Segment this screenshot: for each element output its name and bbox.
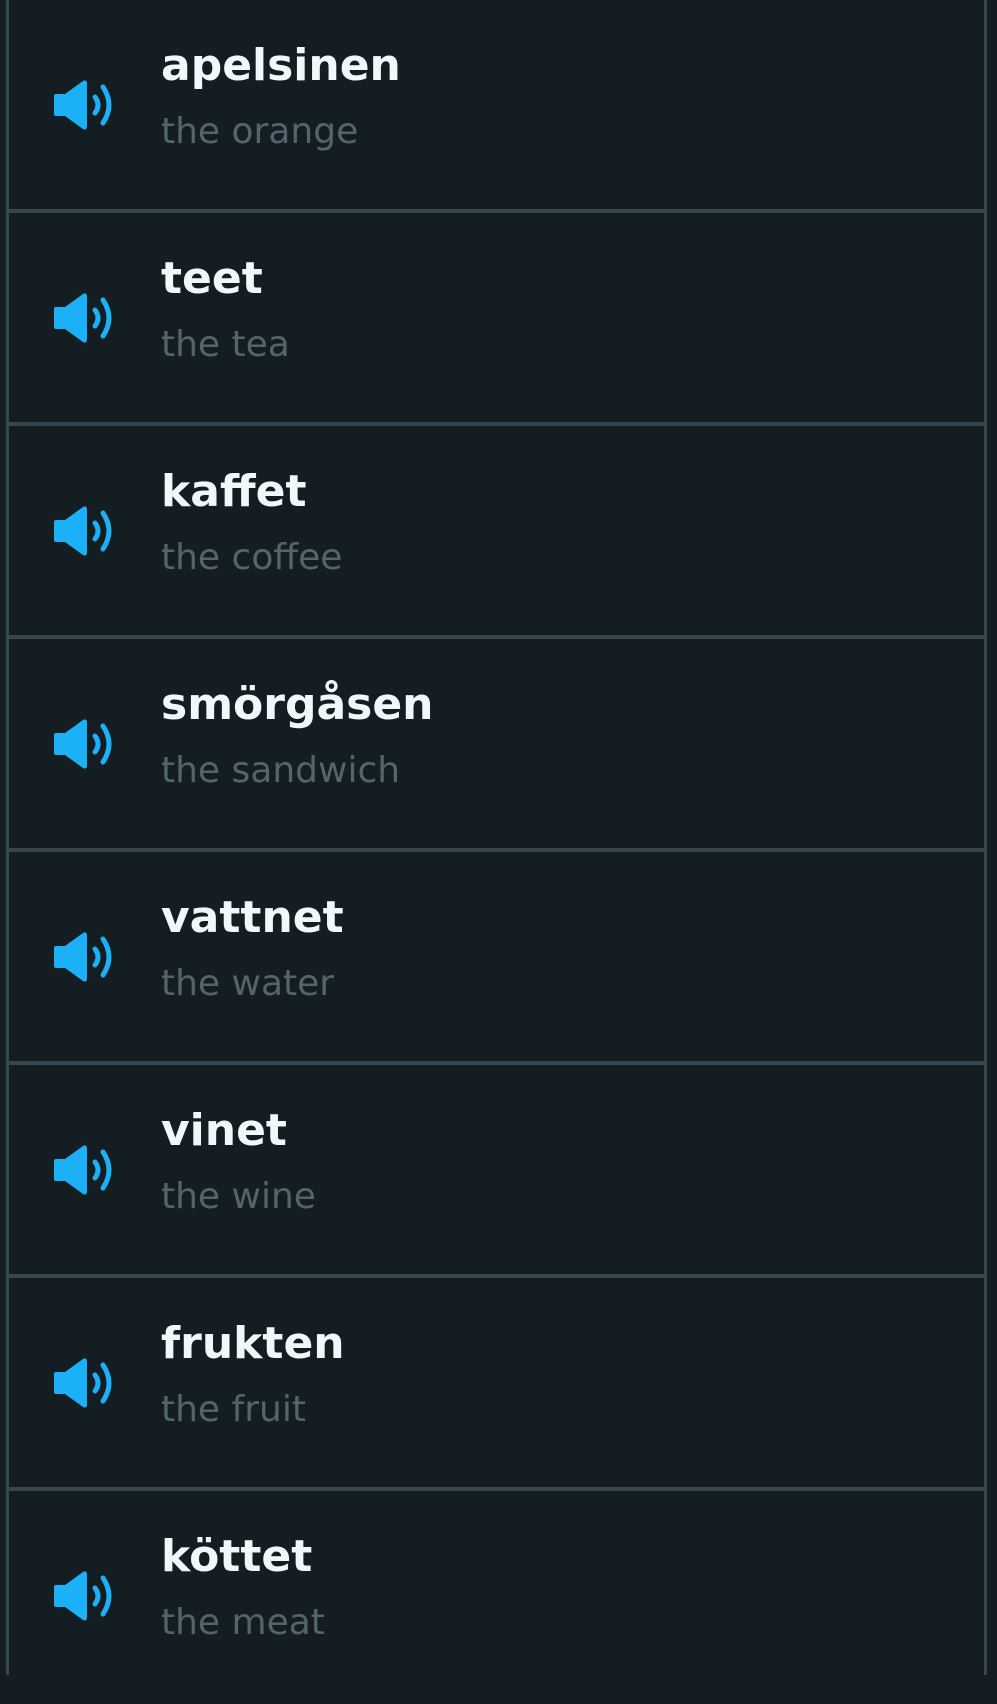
- vocab-item[interactable]: köttet the meat: [9, 1491, 984, 1704]
- vocab-word: köttet: [161, 1531, 313, 1582]
- vocab-translation: the wine: [161, 1176, 316, 1217]
- speaker-icon[interactable]: [47, 639, 123, 848]
- vocab-word: vattnet: [161, 892, 344, 943]
- vocab-word: vinet: [161, 1105, 287, 1156]
- vocab-word: teet: [161, 253, 263, 304]
- speaker-icon[interactable]: [47, 0, 123, 209]
- vocab-translation: the water: [161, 963, 335, 1004]
- vocab-translation: the tea: [161, 324, 290, 365]
- vocab-translation: the orange: [161, 111, 359, 152]
- vocab-translation: the sandwich: [161, 750, 401, 791]
- vocab-item[interactable]: smörgåsen the sandwich: [9, 639, 984, 852]
- vocab-word: kaffet: [161, 466, 307, 517]
- vocab-item[interactable]: vattnet the water: [9, 852, 984, 1065]
- vocab-item[interactable]: teet the tea: [9, 213, 984, 426]
- speaker-icon[interactable]: [47, 1065, 123, 1274]
- speaker-icon[interactable]: [47, 1278, 123, 1487]
- speaker-icon[interactable]: [47, 852, 123, 1061]
- vocab-item[interactable]: vinet the wine: [9, 1065, 984, 1278]
- speaker-icon[interactable]: [47, 426, 123, 635]
- vocabulary-list: apelsinen the orange teet the tea kaffet…: [6, 0, 987, 1704]
- speaker-icon[interactable]: [47, 1491, 123, 1700]
- speaker-icon[interactable]: [47, 213, 123, 422]
- vocab-translation: the coffee: [161, 537, 343, 578]
- vocab-word: smörgåsen: [161, 679, 434, 730]
- vocab-item[interactable]: kaffet the coffee: [9, 426, 984, 639]
- vocab-word: frukten: [161, 1318, 345, 1369]
- vocab-item[interactable]: frukten the fruit: [9, 1278, 984, 1491]
- vocab-translation: the meat: [161, 1602, 325, 1643]
- vocab-item[interactable]: apelsinen the orange: [9, 0, 984, 213]
- vocab-word: apelsinen: [161, 40, 401, 91]
- vocab-translation: the fruit: [161, 1389, 306, 1430]
